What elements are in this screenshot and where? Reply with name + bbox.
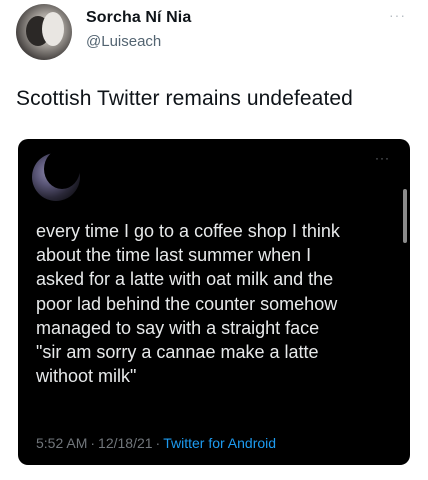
quoted-tweet-screenshot: ··· every time I go to a coffee shop I t… — [18, 139, 410, 465]
tweet-card: Sorcha Ní Nia @Luiseach ··· Scottish Twi… — [0, 0, 428, 480]
more-horizontal-icon[interactable]: ··· — [389, 8, 406, 22]
quoted-tweet-text: every time I go to a coffee shop I think… — [36, 221, 340, 387]
quoted-time: 5:52 AM — [36, 435, 88, 451]
quoted-avatar-shadow — [44, 149, 80, 189]
quoted-date: 12/18/21 — [98, 435, 153, 451]
separator-dot: · — [90, 435, 96, 451]
more-horizontal-icon: ··· — [375, 151, 390, 165]
display-name[interactable]: Sorcha Ní Nia — [86, 9, 191, 27]
tweet-text: Scottish Twitter remains undefeated — [16, 87, 353, 110]
separator-dot: · — [155, 435, 161, 451]
client-link: Twitter for Android — [163, 435, 277, 451]
quoted-tweet-meta: 5:52 AM · 12/18/21 · Twitter for Android — [36, 435, 276, 451]
avatar[interactable] — [16, 4, 72, 60]
avatar-photo-shape — [42, 12, 64, 46]
user-handle[interactable]: @Luiseach — [86, 33, 161, 50]
